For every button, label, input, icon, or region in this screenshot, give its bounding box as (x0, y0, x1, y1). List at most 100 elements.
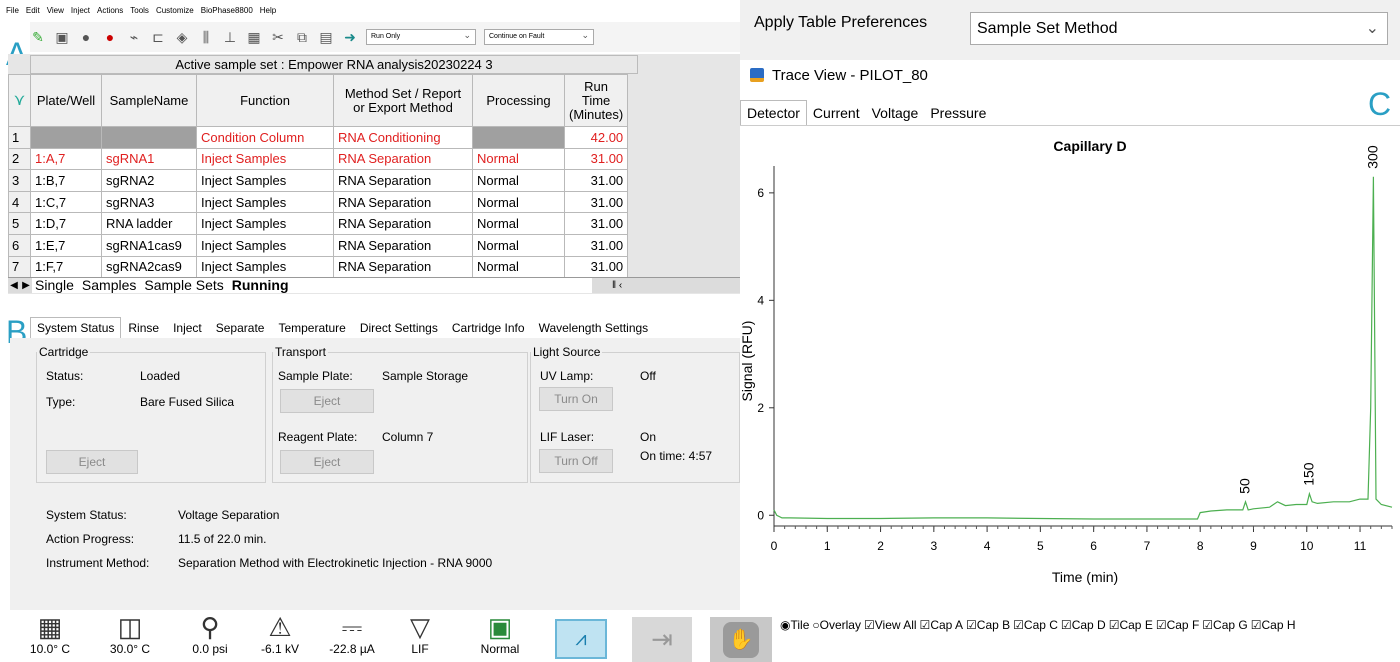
lif-turn-off-button[interactable]: Turn Off (539, 449, 613, 473)
table-row[interactable]: 1 Condition Column RNA Conditioning 42.0… (8, 126, 629, 149)
pipette-icon[interactable]: ⌁ (126, 29, 142, 45)
cell-runtime[interactable]: 31.00 (563, 212, 629, 235)
cell-method[interactable]: RNA Separation (333, 255, 473, 279)
tab-detector[interactable]: Detector (740, 100, 807, 125)
cell-processing[interactable]: Normal (472, 169, 565, 192)
table-preferences-select[interactable]: Sample Set Method ⌄ (970, 12, 1388, 45)
cell-plate[interactable]: 1:C,7 (30, 190, 102, 214)
menu-biophase[interactable]: BioPhase8800 (201, 6, 253, 20)
record-icon[interactable]: ● (102, 29, 118, 45)
cell-runtime[interactable]: 31.00 (563, 190, 629, 214)
menu-file[interactable]: File (6, 6, 19, 20)
menu-edit[interactable]: Edit (26, 6, 40, 20)
col-method[interactable]: Method Set / Report or Export Method (333, 74, 473, 127)
stop-button[interactable]: ✋ (710, 617, 772, 662)
cap-e-checkbox[interactable]: ☑Cap E (1109, 618, 1153, 632)
tab-cartridge-info[interactable]: Cartridge Info (445, 317, 532, 338)
cell-function[interactable]: Inject Samples (196, 212, 334, 235)
tab-voltage[interactable]: Voltage (866, 101, 925, 125)
cell-processing[interactable] (472, 126, 565, 149)
cell-name[interactable]: sgRNA1cas9 (101, 233, 197, 257)
cell-function[interactable]: Inject Samples (196, 169, 334, 192)
cell-function[interactable]: Inject Samples (196, 190, 334, 214)
table-row[interactable]: 2 1:A,7 sgRNA1 Inject Samples RNA Separa… (8, 147, 629, 171)
cell-function[interactable]: Inject Samples (196, 233, 334, 257)
col-sample-name[interactable]: SampleName (101, 74, 197, 127)
cell-method[interactable]: RNA Separation (333, 147, 473, 171)
sheet-tab-running[interactable]: Running (229, 278, 292, 293)
cell-method[interactable]: RNA Conditioning (333, 126, 473, 149)
col-function[interactable]: Function (196, 74, 334, 127)
cell-function[interactable]: Condition Column (196, 126, 334, 149)
cell-processing[interactable]: Normal (472, 255, 565, 279)
table-icon[interactable]: ▦ (246, 29, 262, 45)
cut-icon[interactable]: ✂ (270, 29, 286, 45)
cap-h-checkbox[interactable]: ☑Cap H (1251, 618, 1296, 632)
save-icon[interactable]: ▣ (54, 29, 70, 45)
overlay-radio[interactable]: ○Overlay (812, 618, 861, 632)
table-row[interactable]: 6 1:E,7 sgRNA1cas9 Inject Samples RNA Se… (8, 233, 629, 257)
cell-processing[interactable]: Normal (472, 233, 565, 257)
cell-plate[interactable]: 1:A,7 (30, 147, 102, 171)
scroll-left-arrow[interactable]: ◀ (8, 280, 20, 291)
uv-turn-on-button[interactable]: Turn On (539, 387, 613, 411)
copy-icon[interactable]: ⧉ (294, 29, 310, 45)
cell-function[interactable]: Inject Samples (196, 147, 334, 171)
cap-d-checkbox[interactable]: ☑Cap D (1061, 618, 1106, 632)
home-button[interactable]: ⇥ (632, 617, 692, 662)
tab-direct-settings[interactable]: Direct Settings (353, 317, 445, 338)
cell-plate[interactable]: 1:F,7 (30, 255, 102, 279)
cap-c-checkbox[interactable]: ☑Cap C (1013, 618, 1058, 632)
cap-f-checkbox[interactable]: ☑Cap F (1156, 618, 1199, 632)
col-runtime[interactable]: Run Time (Minutes) (563, 74, 629, 127)
cell-runtime[interactable]: 42.00 (563, 126, 629, 149)
cell-method[interactable]: RNA Separation (333, 169, 473, 192)
col-plate-well[interactable]: Plate/Well (30, 74, 102, 127)
tile-radio[interactable]: ◉Tile (780, 618, 809, 632)
table-row[interactable]: 7 1:F,7 sgRNA2cas9 Inject Samples RNA Se… (8, 255, 629, 279)
sheet-tab-single[interactable]: Single (32, 278, 77, 293)
tab-inject[interactable]: Inject (166, 317, 209, 338)
fault-mode-select[interactable]: Continue on Fault (484, 28, 594, 45)
cell-name[interactable]: sgRNA1 (101, 147, 197, 171)
cell-processing[interactable]: Normal (472, 147, 565, 171)
cell-name[interactable]: sgRNA2cas9 (101, 255, 197, 279)
menu-tools[interactable]: Tools (130, 6, 149, 20)
cell-function[interactable]: Inject Samples (196, 255, 334, 279)
menu-inject[interactable]: Inject (71, 6, 90, 20)
tab-pressure[interactable]: Pressure (924, 101, 992, 125)
cell-runtime[interactable]: 31.00 (563, 233, 629, 257)
chart-icon[interactable]: ⊥ (222, 29, 238, 45)
menu-actions[interactable]: Actions (97, 6, 123, 20)
tab-separate[interactable]: Separate (209, 317, 272, 338)
run-mode-select[interactable]: Run Only (366, 28, 476, 45)
go-icon[interactable]: ➜ (342, 29, 358, 45)
table-row[interactable]: 5 1:D,7 RNA ladder Inject Samples RNA Se… (8, 212, 629, 235)
row-header-corner[interactable]: ⋎ (8, 74, 31, 127)
cartridge-eject-button[interactable]: Eject (46, 450, 138, 474)
tab-wavelength-settings[interactable]: Wavelength Settings (532, 317, 656, 338)
view-all-checkbox[interactable]: ☑View All (864, 618, 917, 632)
tray-icon[interactable]: ⊏ (150, 29, 166, 45)
cell-runtime[interactable]: 31.00 (563, 147, 629, 171)
cell-method[interactable]: RNA Separation (333, 233, 473, 257)
menu-help[interactable]: Help (260, 6, 276, 20)
paste-icon[interactable]: ▤ (318, 29, 334, 45)
menu-customize[interactable]: Customize (156, 6, 194, 20)
cell-plate[interactable]: 1:D,7 (30, 212, 102, 235)
menu-view[interactable]: View (47, 6, 64, 20)
cell-plate[interactable]: 1:E,7 (30, 233, 102, 257)
col-processing[interactable]: Processing (472, 74, 565, 127)
cell-name[interactable] (101, 126, 197, 149)
cap-b-checkbox[interactable]: ☑Cap B (966, 618, 1010, 632)
stop-icon[interactable]: ● (78, 29, 94, 45)
tag-icon[interactable]: ◈ (174, 29, 190, 45)
new-icon[interactable]: ✎ (30, 29, 46, 45)
cell-name[interactable]: sgRNA2 (101, 169, 197, 192)
sheet-tab-samples[interactable]: Samples (79, 278, 139, 293)
cell-runtime[interactable]: 31.00 (563, 255, 629, 279)
cell-plate[interactable] (30, 126, 102, 149)
sample-plate-eject-button[interactable]: Eject (280, 389, 374, 413)
cell-method[interactable]: RNA Separation (333, 190, 473, 214)
cell-method[interactable]: RNA Separation (333, 212, 473, 235)
